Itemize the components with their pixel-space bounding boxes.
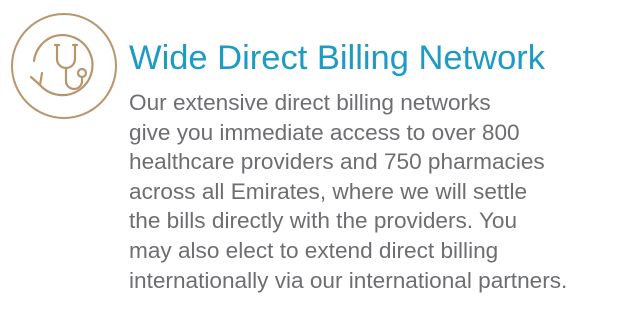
description-line: give you immediate access to over 800: [129, 119, 520, 145]
description-line: internationally via our international pa…: [129, 267, 568, 293]
description-line: the bills directly with the providers. Y…: [129, 208, 518, 234]
feature-card: Wide Direct Billing Network Our extensiv…: [0, 0, 633, 311]
feature-title: Wide Direct Billing Network: [129, 39, 546, 77]
feature-description: Our extensive direct billing networks gi…: [129, 88, 629, 295]
description-line: Our extensive direct billing networks: [129, 90, 491, 115]
description-line: across all Emirates, where we will settl…: [129, 178, 528, 204]
description-line: may also elect to extend direct billing: [129, 237, 499, 263]
description-line: healthcare providers and 750 pharmacies: [129, 149, 545, 175]
stethoscope-cycle-icon: [9, 11, 119, 121]
